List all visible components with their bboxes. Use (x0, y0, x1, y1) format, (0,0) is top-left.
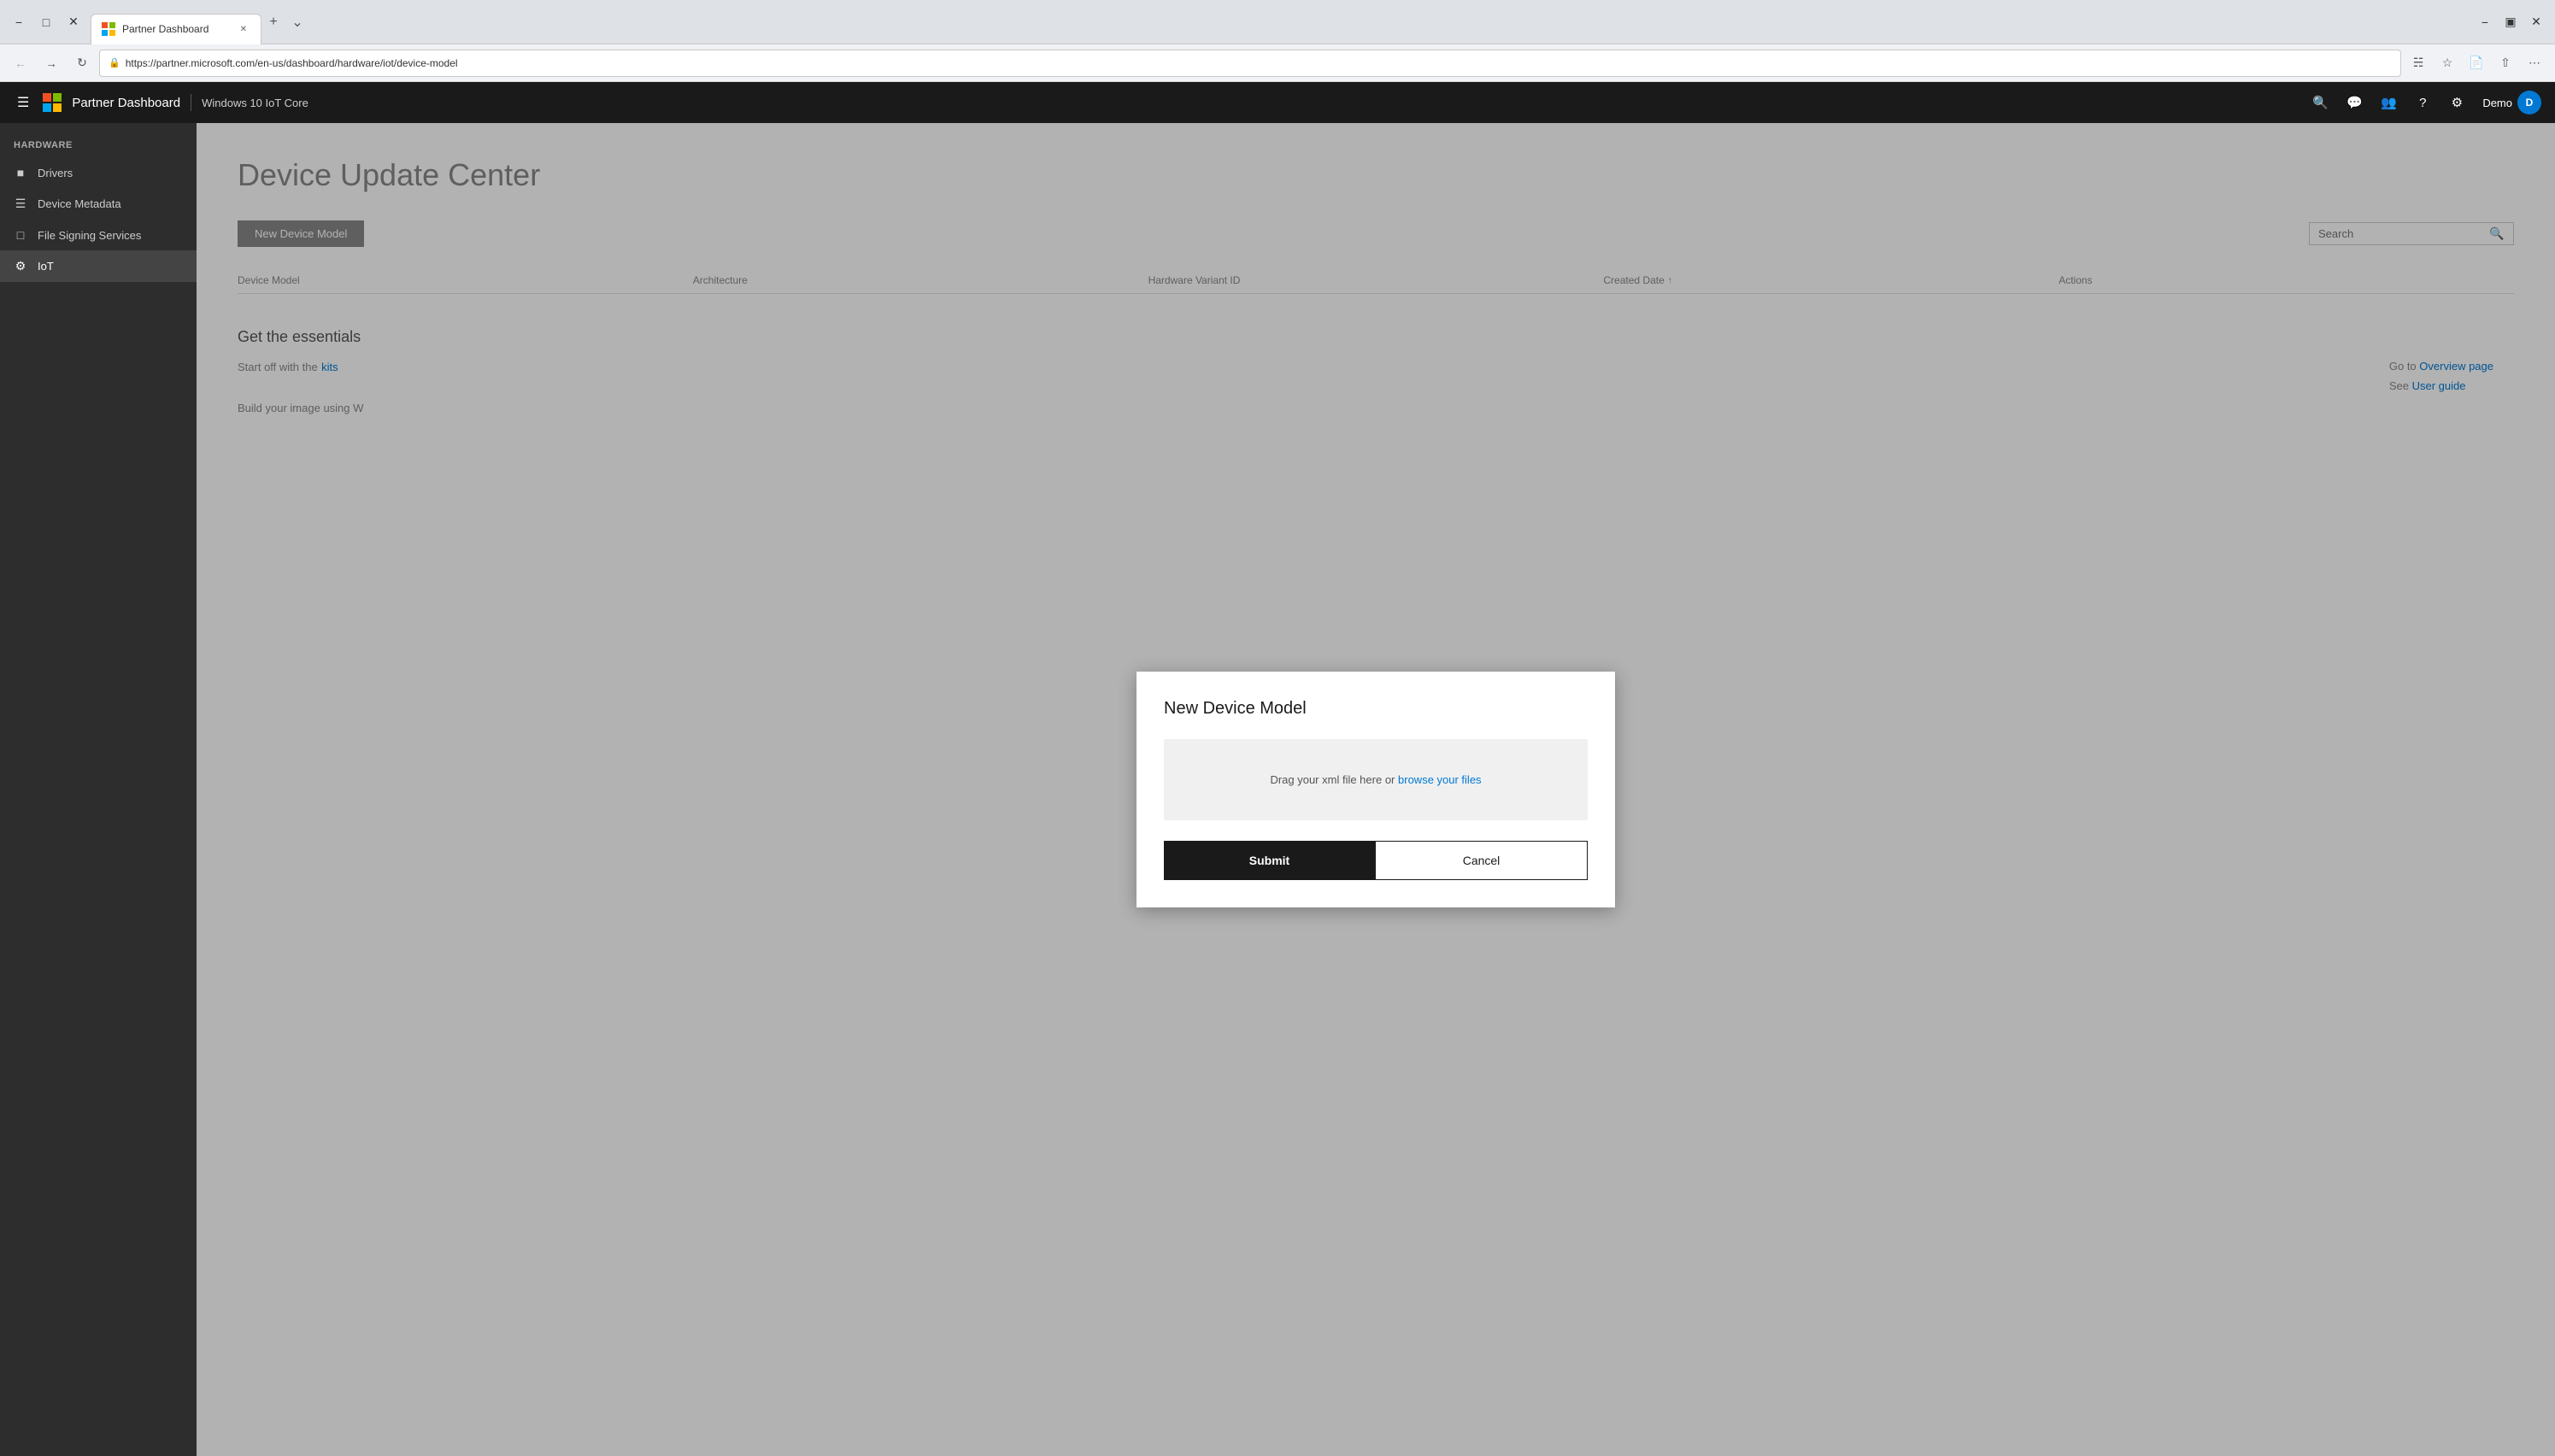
sidebar-item-label-drivers: Drivers (38, 167, 73, 179)
win-close-button[interactable]: ✕ (2524, 10, 2548, 34)
submit-button[interactable]: Submit (1164, 841, 1375, 880)
new-tab-button[interactable]: + (261, 10, 285, 34)
share-button[interactable]: ⇧ (2492, 50, 2519, 77)
modal-dialog: New Device Model Drag your xml file here… (1137, 672, 1615, 907)
topbar-icons: 🔍 💬 👥 ? ⚙ (2305, 87, 2472, 118)
top-bar: ☰ Partner Dashboard Windows 10 IoT Core … (0, 82, 2555, 123)
sidebar-item-iot[interactable]: ⚙ IoT (0, 250, 197, 282)
tab-close-icon[interactable]: ✕ (237, 23, 250, 36)
help-icon[interactable]: ? (2407, 87, 2438, 118)
tab-title: Partner Dashboard (122, 23, 230, 35)
people-icon[interactable]: 👥 (2373, 87, 2404, 118)
app-container: ☰ Partner Dashboard Windows 10 IoT Core … (0, 82, 2555, 1456)
sidebar-item-label-iot: IoT (38, 260, 54, 273)
browser-controls: − □ ✕ (7, 10, 85, 34)
close-button[interactable]: ✕ (62, 10, 85, 34)
sidebar-section-hardware: HARDWARE (0, 123, 197, 157)
forward-button[interactable]: → (38, 50, 65, 77)
address-bar[interactable]: 🔒 https://partner.microsoft.com/en-us/da… (99, 50, 2401, 77)
microsoft-logo (43, 93, 62, 112)
reader-mode-button[interactable]: ☵ (2405, 50, 2432, 77)
back-button[interactable]: ← (7, 50, 34, 77)
lock-icon: 🔒 (109, 57, 120, 68)
browser-toolbar-icons: ☵ ☆ 📄 ⇧ ⋯ (2405, 50, 2548, 77)
collections-button[interactable]: 📄 (2463, 50, 2490, 77)
file-signing-icon: □ (14, 228, 27, 242)
address-bar-row: ← → ↻ 🔒 https://partner.microsoft.com/en… (0, 44, 2555, 82)
sub-title: Windows 10 IoT Core (202, 97, 308, 109)
maximize-button[interactable]: □ (34, 10, 58, 34)
drop-text: Drag your xml file here or (1270, 773, 1395, 786)
more-button[interactable]: ⋯ (2521, 50, 2548, 77)
window-controls: − ▣ ✕ (2473, 10, 2548, 34)
modal-overlay: New Device Model Drag your xml file here… (197, 123, 2555, 1456)
sidebar-item-label-file-signing: File Signing Services (38, 229, 141, 242)
ms-logo-yellow (53, 103, 62, 112)
win-restore-button[interactable]: ▣ (2499, 10, 2523, 34)
modal-buttons: Submit Cancel (1164, 841, 1588, 880)
user-area[interactable]: Demo D (2482, 91, 2541, 114)
settings-icon[interactable]: ⚙ (2441, 87, 2472, 118)
tab-dropdown-button[interactable]: ⌄ (285, 10, 309, 34)
win-minimize-button[interactable]: − (2473, 10, 2497, 34)
tab-favicon-icon (102, 22, 115, 36)
browse-files-link[interactable]: browse your files (1398, 773, 1482, 786)
drivers-icon: ■ (14, 166, 27, 179)
sidebar-item-device-metadata[interactable]: ☰ Device Metadata (0, 188, 197, 220)
drop-zone[interactable]: Drag your xml file here or browse your f… (1164, 739, 1588, 820)
tab-bar: Partner Dashboard ✕ + ⌄ (91, 0, 2468, 44)
active-tab[interactable]: Partner Dashboard ✕ (91, 14, 261, 44)
sidebar-item-drivers[interactable]: ■ Drivers (0, 157, 197, 188)
chat-icon[interactable]: 💬 (2339, 87, 2370, 118)
refresh-button[interactable]: ↻ (68, 50, 96, 77)
search-icon[interactable]: 🔍 (2305, 87, 2335, 118)
favorites-button[interactable]: ☆ (2434, 50, 2461, 77)
iot-icon: ⚙ (14, 259, 27, 273)
user-initial: D (2526, 97, 2534, 109)
device-metadata-icon: ☰ (14, 197, 27, 211)
modal-title: New Device Model (1164, 699, 1588, 719)
sidebar: HARDWARE ■ Drivers ☰ Device Metadata □ F… (0, 123, 197, 1456)
ms-logo-blue (43, 103, 51, 112)
address-text: https://partner.microsoft.com/en-us/dash… (126, 57, 2392, 69)
ms-logo-green (53, 93, 62, 102)
app-title: Partner Dashboard (72, 96, 180, 110)
cancel-button[interactable]: Cancel (1375, 841, 1588, 880)
user-avatar: D (2517, 91, 2541, 114)
ms-logo-red (43, 93, 51, 102)
sidebar-item-file-signing[interactable]: □ File Signing Services (0, 220, 197, 250)
browser-chrome: − □ ✕ Partner Dashboard ✕ + ⌄ − ▣ ✕ (0, 0, 2555, 44)
user-name: Demo (2482, 97, 2512, 109)
sidebar-item-label-device-metadata: Device Metadata (38, 197, 121, 210)
content-area: Device Update Center New Device Model 🔍 … (197, 123, 2555, 1456)
main-layout: HARDWARE ■ Drivers ☰ Device Metadata □ F… (0, 123, 2555, 1456)
hamburger-icon[interactable]: ☰ (14, 91, 32, 114)
minimize-button[interactable]: − (7, 10, 31, 34)
